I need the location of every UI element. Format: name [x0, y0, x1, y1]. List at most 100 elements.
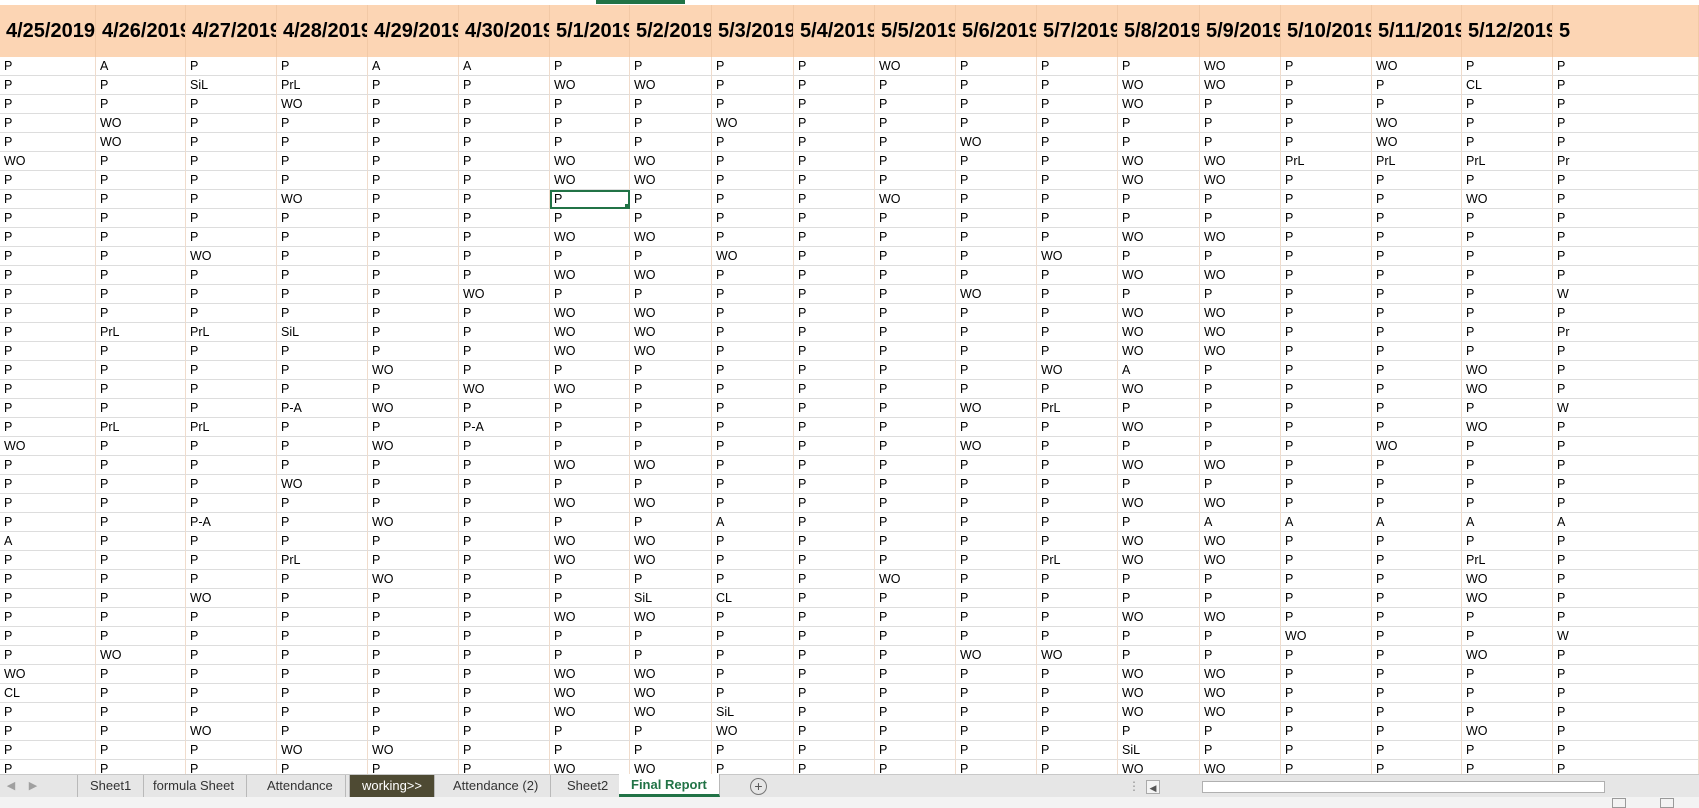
- attendance-cell[interactable]: WO: [1118, 608, 1200, 627]
- attendance-cell[interactable]: P: [1037, 703, 1118, 722]
- attendance-cell[interactable]: P: [875, 760, 956, 774]
- attendance-cell[interactable]: P: [0, 551, 96, 570]
- attendance-cell[interactable]: P: [277, 171, 368, 190]
- attendance-cell[interactable]: P: [1200, 589, 1281, 608]
- date-header-cell[interactable]: 5/11/2019: [1372, 5, 1462, 57]
- attendance-cell[interactable]: P: [712, 570, 794, 589]
- attendance-cell[interactable]: WO: [550, 532, 630, 551]
- attendance-cell[interactable]: P: [712, 646, 794, 665]
- attendance-cell[interactable]: WO: [1200, 152, 1281, 171]
- attendance-cell[interactable]: PrL: [1281, 152, 1372, 171]
- attendance-cell[interactable]: P: [956, 627, 1037, 646]
- attendance-cell[interactable]: P: [1281, 247, 1372, 266]
- attendance-cell[interactable]: WO: [630, 608, 712, 627]
- attendance-cell[interactable]: WO: [1200, 228, 1281, 247]
- attendance-cell[interactable]: P: [1372, 741, 1462, 760]
- attendance-cell[interactable]: P: [368, 456, 459, 475]
- attendance-cell[interactable]: P: [277, 266, 368, 285]
- attendance-cell[interactable]: P: [1462, 703, 1553, 722]
- attendance-cell[interactable]: P: [875, 437, 956, 456]
- attendance-cell[interactable]: P: [186, 741, 277, 760]
- attendance-cell[interactable]: P: [1037, 114, 1118, 133]
- attendance-cell[interactable]: P: [0, 247, 96, 266]
- attendance-cell[interactable]: WO: [368, 513, 459, 532]
- attendance-cell[interactable]: P: [186, 266, 277, 285]
- attendance-cell[interactable]: P: [96, 437, 186, 456]
- attendance-cell[interactable]: P: [368, 494, 459, 513]
- attendance-cell[interactable]: P: [0, 380, 96, 399]
- attendance-cell[interactable]: P: [712, 608, 794, 627]
- attendance-cell[interactable]: P: [459, 342, 550, 361]
- attendance-cell[interactable]: P: [1372, 171, 1462, 190]
- attendance-cell[interactable]: P: [368, 722, 459, 741]
- attendance-cell[interactable]: P: [368, 589, 459, 608]
- attendance-cell[interactable]: P: [794, 266, 875, 285]
- attendance-cell[interactable]: P: [0, 209, 96, 228]
- attendance-cell[interactable]: P: [1372, 665, 1462, 684]
- attendance-cell[interactable]: P: [459, 190, 550, 209]
- attendance-cell[interactable]: WO: [96, 646, 186, 665]
- attendance-cell[interactable]: P: [956, 589, 1037, 608]
- attendance-cell[interactable]: WO: [1200, 684, 1281, 703]
- attendance-cell[interactable]: WO: [1462, 418, 1553, 437]
- attendance-cell[interactable]: P: [186, 228, 277, 247]
- attendance-cell[interactable]: P: [1118, 722, 1200, 741]
- attendance-cell[interactable]: P: [1037, 513, 1118, 532]
- attendance-cell[interactable]: P: [0, 342, 96, 361]
- attendance-cell[interactable]: P: [794, 114, 875, 133]
- attendance-cell[interactable]: P: [277, 722, 368, 741]
- date-header-cell[interactable]: 5/12/2019: [1462, 5, 1553, 57]
- attendance-cell[interactable]: P: [875, 342, 956, 361]
- date-header-cell[interactable]: 5/2/2019: [630, 5, 712, 57]
- attendance-cell[interactable]: P: [875, 152, 956, 171]
- attendance-cell[interactable]: P: [794, 551, 875, 570]
- attendance-cell[interactable]: P: [875, 627, 956, 646]
- attendance-cell[interactable]: P: [459, 684, 550, 703]
- attendance-cell[interactable]: P: [794, 304, 875, 323]
- attendance-cell[interactable]: P: [96, 209, 186, 228]
- attendance-cell[interactable]: A: [368, 57, 459, 76]
- attendance-cell[interactable]: P: [368, 475, 459, 494]
- attendance-cell[interactable]: P: [956, 342, 1037, 361]
- attendance-cell[interactable]: WO: [550, 665, 630, 684]
- attendance-cell[interactable]: P: [1462, 741, 1553, 760]
- date-header-cell[interactable]: 4/28/2019: [277, 5, 368, 57]
- attendance-cell[interactable]: P: [1118, 589, 1200, 608]
- attendance-cell[interactable]: WO: [550, 760, 630, 774]
- attendance-cell[interactable]: WO: [1200, 532, 1281, 551]
- attendance-cell[interactable]: P: [794, 209, 875, 228]
- attendance-cell[interactable]: P: [1281, 95, 1372, 114]
- attendance-cell[interactable]: P: [277, 456, 368, 475]
- attendance-cell[interactable]: P: [368, 551, 459, 570]
- attendance-cell[interactable]: P: [1281, 133, 1372, 152]
- attendance-cell[interactable]: P: [1200, 741, 1281, 760]
- attendance-cell[interactable]: WO: [1118, 76, 1200, 95]
- attendance-cell[interactable]: P: [1281, 551, 1372, 570]
- attendance-cell[interactable]: WO: [1118, 380, 1200, 399]
- attendance-cell[interactable]: PrL: [96, 323, 186, 342]
- attendance-cell[interactable]: WO: [459, 380, 550, 399]
- attendance-cell[interactable]: SiL: [1118, 741, 1200, 760]
- attendance-cell[interactable]: P: [794, 380, 875, 399]
- attendance-cell[interactable]: P: [1281, 608, 1372, 627]
- attendance-cell[interactable]: P: [96, 76, 186, 95]
- attendance-cell[interactable]: P: [459, 437, 550, 456]
- attendance-cell[interactable]: P: [459, 741, 550, 760]
- attendance-cell[interactable]: P: [0, 228, 96, 247]
- attendance-cell[interactable]: WO: [96, 114, 186, 133]
- attendance-cell[interactable]: A: [1372, 513, 1462, 532]
- attendance-cell[interactable]: P: [794, 475, 875, 494]
- attendance-cell[interactable]: P: [1200, 285, 1281, 304]
- attendance-cell[interactable]: P: [277, 665, 368, 684]
- attendance-cell[interactable]: P: [630, 570, 712, 589]
- attendance-cell[interactable]: WO: [1200, 171, 1281, 190]
- date-header-cell[interactable]: 5/4/2019: [794, 5, 875, 57]
- scroll-left-icon[interactable]: ◀: [1146, 780, 1160, 794]
- attendance-cell[interactable]: WO: [1200, 456, 1281, 475]
- attendance-cell[interactable]: P: [0, 323, 96, 342]
- attendance-cell[interactable]: P: [794, 494, 875, 513]
- attendance-cell[interactable]: P: [0, 418, 96, 437]
- attendance-cell[interactable]: P: [712, 323, 794, 342]
- attendance-cell[interactable]: P: [630, 380, 712, 399]
- attendance-cell[interactable]: P: [186, 608, 277, 627]
